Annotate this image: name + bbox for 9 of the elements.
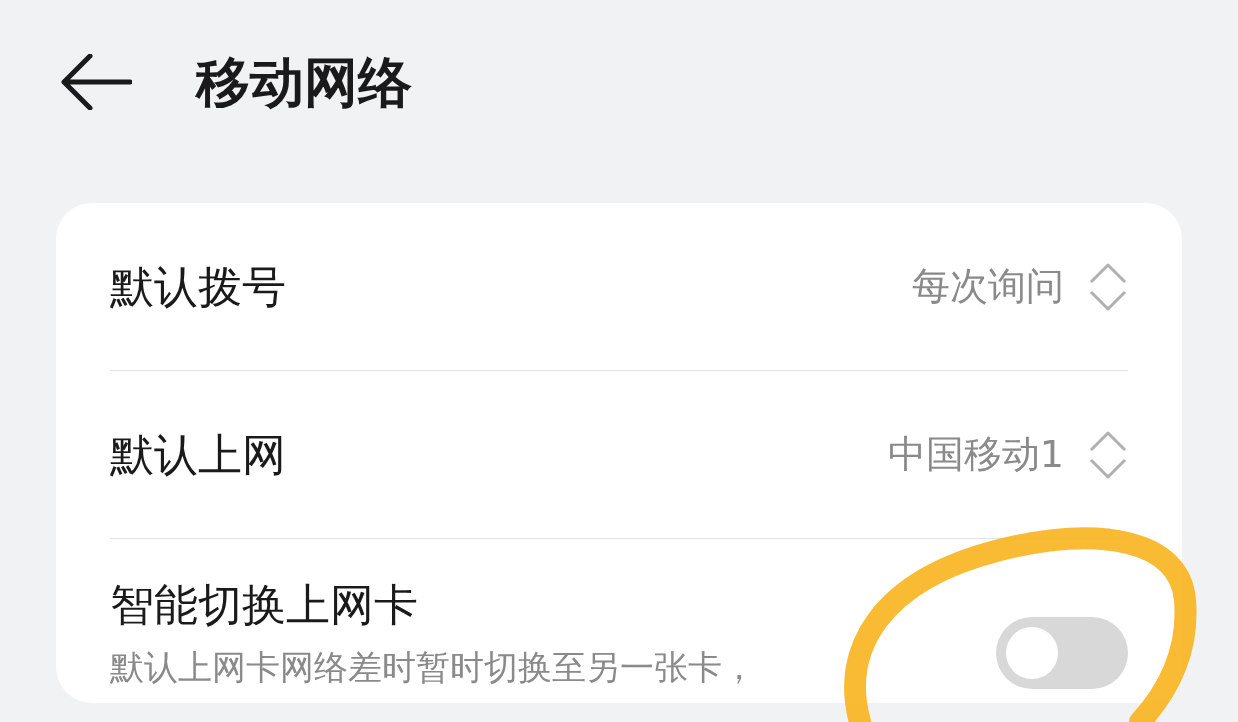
setting-selector[interactable]: 中国移动1 xyxy=(887,426,1128,483)
back-arrow-icon[interactable] xyxy=(60,54,132,110)
setting-label: 默认上网 xyxy=(110,427,286,482)
setting-label: 智能切换上网卡 xyxy=(110,578,419,632)
setting-label: 默认拨号 xyxy=(110,259,286,314)
setting-description: 默认上网卡网络差时暂时切换至另一张卡， xyxy=(110,646,756,689)
setting-selector[interactable]: 每次询问 xyxy=(912,258,1128,315)
toggle-knob xyxy=(1006,626,1058,679)
page-title: 移动网络 xyxy=(196,49,412,116)
